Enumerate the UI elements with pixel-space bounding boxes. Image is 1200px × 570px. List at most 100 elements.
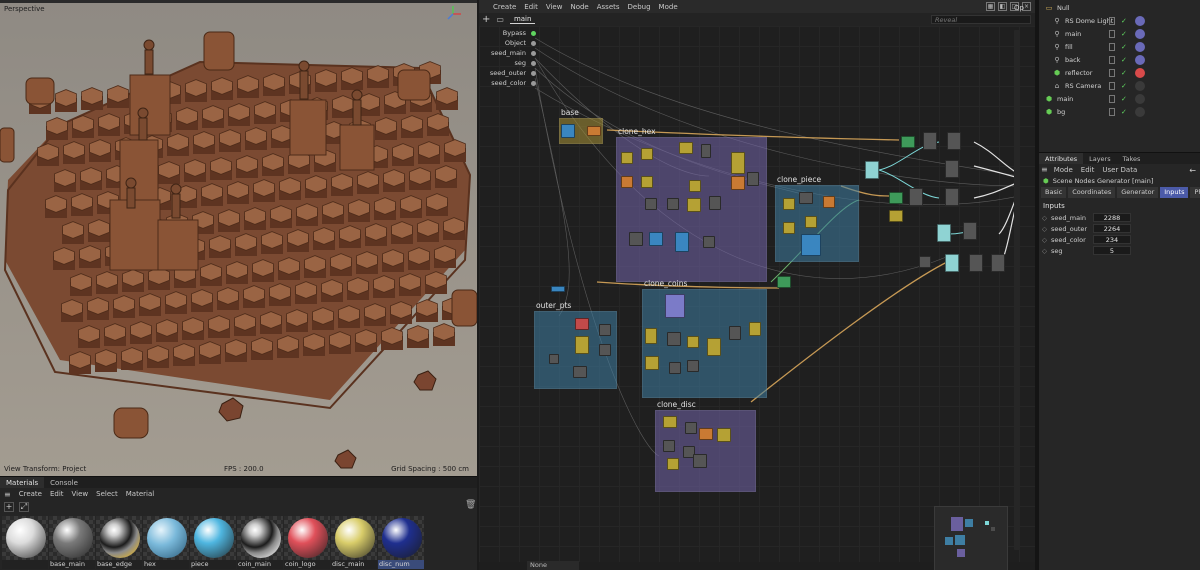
material-swatch[interactable]: hex [143, 516, 189, 569]
viewport[interactable]: Perspective View Transform: Project FPS … [0, 0, 477, 476]
graph-node[interactable] [667, 198, 679, 210]
material-swatch[interactable]: base_main [49, 516, 95, 569]
graph-node[interactable] [901, 136, 915, 148]
layer-icon[interactable] [1109, 108, 1115, 116]
keyframe-icon[interactable]: ◇ [1039, 236, 1049, 244]
keyframe-icon[interactable]: ◇ [1039, 214, 1049, 222]
graph-node[interactable] [687, 198, 701, 212]
graph-node[interactable] [865, 161, 879, 179]
graph-node[interactable] [549, 354, 559, 364]
tag-icon[interactable] [1135, 94, 1145, 104]
graph-node[interactable] [575, 336, 589, 354]
enabled-check-icon[interactable]: ✓ [1121, 69, 1127, 77]
material-swatch[interactable]: piece [190, 516, 236, 569]
graph-node[interactable] [645, 356, 659, 370]
graph-node[interactable] [991, 254, 1005, 272]
light-tag-icon[interactable] [1135, 42, 1145, 52]
graph-node[interactable] [599, 344, 611, 356]
tab-materials[interactable]: Materials [0, 477, 45, 488]
layer-icon[interactable] [1109, 56, 1115, 64]
graph-node[interactable] [729, 326, 741, 340]
keyframe-icon[interactable]: ◇ [1039, 247, 1049, 255]
menu-edit[interactable]: Edit [1077, 166, 1099, 174]
menu-view[interactable]: View [542, 3, 567, 11]
graph-node[interactable] [969, 254, 983, 272]
material-swatch[interactable]: base_edge [96, 516, 142, 569]
menu-create[interactable]: Create [15, 490, 46, 498]
menu-assets[interactable]: Assets [593, 3, 624, 11]
tab-main[interactable]: main [509, 15, 536, 24]
graph-node[interactable] [645, 198, 657, 210]
subtab-inputs[interactable]: Inputs [1160, 187, 1189, 198]
menu-node[interactable]: Node [566, 3, 592, 11]
status-field[interactable]: None [527, 561, 579, 570]
group-clone-coins[interactable]: clone_coins [642, 279, 767, 398]
object-row[interactable]: ⌂ RS Camera ✓ [1039, 80, 1200, 93]
layer-icon[interactable] [1109, 30, 1115, 38]
enabled-check-icon[interactable]: ✓ [1121, 30, 1127, 38]
graph-node[interactable] [909, 188, 923, 206]
graph-node[interactable] [675, 232, 689, 252]
graph-node[interactable] [679, 142, 693, 154]
graph-node[interactable] [699, 428, 713, 440]
graph-node[interactable] [663, 416, 677, 428]
graph-node[interactable] [665, 294, 685, 318]
graph-node[interactable] [747, 172, 759, 186]
graph-minimap[interactable] [934, 506, 1008, 570]
graph-node[interactable] [963, 222, 977, 240]
menu-debug[interactable]: Debug [624, 3, 655, 11]
graph-node[interactable] [945, 254, 959, 272]
graph-node[interactable] [687, 360, 699, 372]
enabled-check-icon[interactable]: ✓ [1121, 17, 1127, 25]
graph-node[interactable] [701, 144, 711, 158]
graph-node[interactable] [629, 232, 643, 246]
graph-node[interactable] [889, 210, 903, 222]
subtab-basic[interactable]: Basic [1041, 187, 1067, 198]
graph-node[interactable] [919, 256, 931, 268]
graph-node[interactable] [621, 152, 633, 164]
tab-attributes[interactable]: Attributes [1039, 153, 1084, 164]
graph-node[interactable] [731, 152, 745, 174]
graph-node[interactable] [669, 362, 681, 374]
hamburger-icon[interactable]: ≡ [1041, 165, 1048, 174]
material-swatch[interactable] [2, 516, 48, 569]
graph-node[interactable] [945, 160, 959, 178]
object-row[interactable]: ⚲ fill ✓ [1039, 41, 1200, 54]
param-value-field[interactable]: 234 [1093, 235, 1131, 244]
object-row[interactable]: ⚲ RS Dome Light ✓ [1039, 15, 1200, 28]
tab-layers[interactable]: Layers [1083, 153, 1117, 164]
menu-mode[interactable]: Mode [655, 3, 682, 11]
graph-node[interactable] [693, 454, 707, 468]
param-value-field[interactable]: 2264 [1093, 224, 1131, 233]
menu-edit[interactable]: Edit [520, 3, 542, 11]
material-swatch[interactable]: coin_main [237, 516, 283, 569]
hamburger-icon[interactable]: ≡ [4, 490, 11, 499]
graph-node[interactable] [645, 328, 657, 344]
graph-node[interactable] [641, 148, 653, 160]
menu-mode[interactable]: Mode [1050, 166, 1077, 174]
object-row[interactable]: ⬢ reflector ✓ [1039, 67, 1200, 80]
material-tag-icon[interactable] [1135, 68, 1145, 78]
folder-icon[interactable]: ▭ [496, 15, 504, 24]
enabled-check-icon[interactable]: ✓ [1121, 95, 1127, 103]
light-tag-icon[interactable] [1135, 16, 1145, 26]
layer-icon[interactable] [1109, 43, 1115, 51]
layer-icon[interactable] [1109, 82, 1115, 90]
graph-node[interactable] [805, 216, 817, 228]
layer-icon[interactable] [1109, 17, 1115, 25]
graph-node[interactable] [621, 176, 633, 188]
graph-node[interactable] [937, 224, 951, 242]
graph-node[interactable] [731, 176, 745, 190]
trash-icon[interactable]: 🗑 [465, 500, 476, 510]
graph-node[interactable] [573, 366, 587, 378]
object-row[interactable]: ⬢ bg ✓ [1039, 106, 1200, 119]
graph-node[interactable] [923, 132, 937, 150]
menu-material[interactable]: Material [122, 490, 158, 498]
graph-node[interactable] [783, 222, 795, 234]
material-swatch[interactable]: disc_main [331, 516, 377, 569]
enabled-check-icon[interactable]: ✓ [1121, 43, 1127, 51]
graph-node[interactable] [667, 458, 679, 470]
material-swatch[interactable]: disc_num [378, 516, 424, 569]
graph-node[interactable] [667, 332, 681, 346]
graph-node[interactable] [599, 324, 611, 336]
